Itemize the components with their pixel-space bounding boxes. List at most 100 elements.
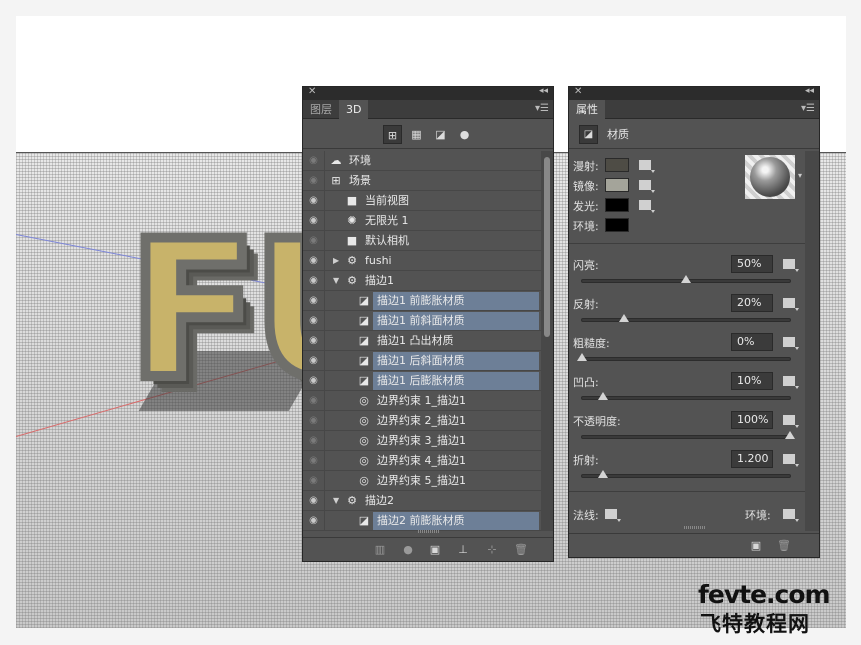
panel-menu-icon[interactable]: ▾☰ xyxy=(801,103,815,114)
texture-folder-icon[interactable] xyxy=(639,160,655,173)
visibility-eye-icon[interactable]: ◉ xyxy=(303,411,325,431)
color-swatch[interactable] xyxy=(605,198,629,212)
color-swatch[interactable] xyxy=(605,178,629,192)
texture-folder-icon[interactable] xyxy=(783,259,799,272)
slider-thumb[interactable] xyxy=(785,431,795,439)
slider-track[interactable] xyxy=(581,275,791,283)
expand-right-icon[interactable]: ▶ xyxy=(333,251,339,271)
close-icon[interactable]: ✕ xyxy=(574,86,582,97)
layer-row[interactable]: ◉ ■ 当前视图 xyxy=(303,191,541,211)
texture-folder-icon[interactable] xyxy=(639,180,655,193)
color-swatch[interactable] xyxy=(605,158,629,172)
collapse-icon[interactable]: ◂◂ xyxy=(539,86,548,96)
visibility-eye-icon[interactable]: ◉ xyxy=(303,251,325,271)
panel-menu-icon[interactable]: ▾☰ xyxy=(535,103,549,114)
layer-scrollbar[interactable] xyxy=(541,151,553,531)
visibility-eye-icon[interactable]: ◉ xyxy=(303,471,325,491)
scroll-thumb[interactable] xyxy=(544,157,550,337)
visibility-eye-icon[interactable]: ◉ xyxy=(303,451,325,471)
layer-row[interactable]: ◉ ◪ 描边1 凸出材质 xyxy=(303,331,541,351)
layer-row[interactable]: ◉ ◪ 描边1 前膨胀材质 xyxy=(303,291,541,311)
texture-folder-icon[interactable] xyxy=(783,376,799,389)
new-mesh-icon[interactable]: ▣ xyxy=(428,543,442,557)
resize-grip[interactable] xyxy=(418,530,440,533)
layer-row[interactable]: ◉ ☁ 环境 xyxy=(303,151,541,171)
value-field[interactable]: 0% xyxy=(731,333,773,351)
ground-icon[interactable]: ⊥ xyxy=(456,543,470,557)
color-swatch[interactable] xyxy=(605,218,629,232)
resize-grip[interactable] xyxy=(684,526,706,529)
render-icon[interactable]: ▥ xyxy=(373,543,387,557)
slider-thumb[interactable] xyxy=(597,470,608,478)
visibility-eye-icon[interactable]: ◉ xyxy=(303,171,325,191)
light-filter-icon[interactable]: ● xyxy=(455,125,474,144)
tab-layers[interactable]: 图层 xyxy=(303,100,339,119)
preview-dropdown-icon[interactable]: ▾ xyxy=(798,171,802,180)
layer-row[interactable]: ◉ ▼ ⚙ 描边2 xyxy=(303,491,541,511)
value-field[interactable]: 100% xyxy=(731,411,773,429)
render-icon[interactable]: ▣ xyxy=(749,539,763,553)
layer-row[interactable]: ◉ ◪ 描边1 后斜面材质 xyxy=(303,351,541,371)
value-field[interactable]: 20% xyxy=(731,294,773,312)
layer-row[interactable]: ◉ ◪ 描边2 前膨胀材质 xyxy=(303,511,541,531)
panel-titlebar[interactable]: ✕ ◂◂ xyxy=(569,86,819,100)
trash-icon[interactable]: 🗑 xyxy=(777,539,791,553)
texture-folder-icon[interactable] xyxy=(783,454,799,467)
3d-letter-f[interactable]: F xyxy=(123,211,263,411)
expand-down-icon[interactable]: ▼ xyxy=(333,491,339,511)
visibility-eye-icon[interactable]: ◉ xyxy=(303,151,325,171)
slider-thumb[interactable] xyxy=(618,314,629,322)
slider-track[interactable] xyxy=(581,431,795,439)
visibility-eye-icon[interactable]: ◉ xyxy=(303,331,325,351)
visibility-eye-icon[interactable]: ◉ xyxy=(303,231,325,251)
layer-row[interactable]: ◉ ▶ ⚙ fushi xyxy=(303,251,541,271)
collapse-icon[interactable]: ◂◂ xyxy=(805,86,814,96)
texture-folder-icon[interactable] xyxy=(783,298,799,311)
value-field[interactable]: 1.200 xyxy=(731,450,773,468)
texture-folder-icon[interactable] xyxy=(783,337,799,350)
new-light-icon[interactable]: ● xyxy=(401,543,415,557)
slider-thumb[interactable] xyxy=(681,275,691,283)
normal-folder-icon[interactable] xyxy=(605,509,621,522)
properties-scrollbar[interactable] xyxy=(805,151,819,531)
texture-folder-icon[interactable] xyxy=(639,200,655,213)
value-field[interactable]: 10% xyxy=(731,372,773,390)
scene-filter-icon[interactable]: ⊞ xyxy=(383,125,402,144)
close-icon[interactable]: ✕ xyxy=(308,86,316,97)
visibility-eye-icon[interactable]: ◉ xyxy=(303,191,325,211)
mesh-filter-icon[interactable]: ▦ xyxy=(407,125,426,144)
visibility-eye-icon[interactable]: ◉ xyxy=(303,511,325,531)
visibility-eye-icon[interactable]: ◉ xyxy=(303,291,325,311)
slider-track[interactable] xyxy=(581,314,791,322)
slider-track[interactable] xyxy=(577,353,791,361)
slider-thumb[interactable] xyxy=(577,353,587,361)
tab-3d[interactable]: 3D xyxy=(339,100,369,119)
texture-folder-icon[interactable] xyxy=(783,415,799,428)
slider-thumb[interactable] xyxy=(597,392,608,400)
layer-row[interactable]: ◉ ◎ 边界约束 5_描边1 xyxy=(303,471,541,491)
environment-folder-icon[interactable] xyxy=(783,509,799,522)
visibility-eye-icon[interactable]: ◉ xyxy=(303,431,325,451)
visibility-eye-icon[interactable]: ◉ xyxy=(303,311,325,331)
layer-row[interactable]: ◉ ▼ ⚙ 描边1 xyxy=(303,271,541,291)
layer-row[interactable]: ◉ ◎ 边界约束 3_描边1 xyxy=(303,431,541,451)
visibility-eye-icon[interactable]: ◉ xyxy=(303,391,325,411)
material-preview-picker[interactable] xyxy=(745,155,795,199)
visibility-eye-icon[interactable]: ◉ xyxy=(303,211,325,231)
layer-row[interactable]: ◉ ◎ 边界约束 1_描边1 xyxy=(303,391,541,411)
layer-row[interactable]: ◉ ◎ 边界约束 4_描边1 xyxy=(303,451,541,471)
visibility-eye-icon[interactable]: ◉ xyxy=(303,351,325,371)
slider-track[interactable] xyxy=(581,470,791,478)
layer-row[interactable]: ◉ ■ 默认相机 xyxy=(303,231,541,251)
visibility-eye-icon[interactable]: ◉ xyxy=(303,491,325,511)
visibility-eye-icon[interactable]: ◉ xyxy=(303,371,325,391)
layer-row[interactable]: ◉ ✺ 无限光 1 xyxy=(303,211,541,231)
panel-titlebar[interactable]: ✕ ◂◂ xyxy=(303,86,553,100)
layer-row[interactable]: ◉ ◎ 边界约束 2_描边1 xyxy=(303,411,541,431)
value-field[interactable]: 50% xyxy=(731,255,773,273)
tab-properties[interactable]: 属性 xyxy=(569,100,605,119)
trash-icon[interactable]: 🗑 xyxy=(514,543,528,557)
visibility-eye-icon[interactable]: ◉ xyxy=(303,271,325,291)
expand-down-icon[interactable]: ▼ xyxy=(333,271,339,291)
layer-row[interactable]: ◉ ◪ 描边1 后膨胀材质 xyxy=(303,371,541,391)
